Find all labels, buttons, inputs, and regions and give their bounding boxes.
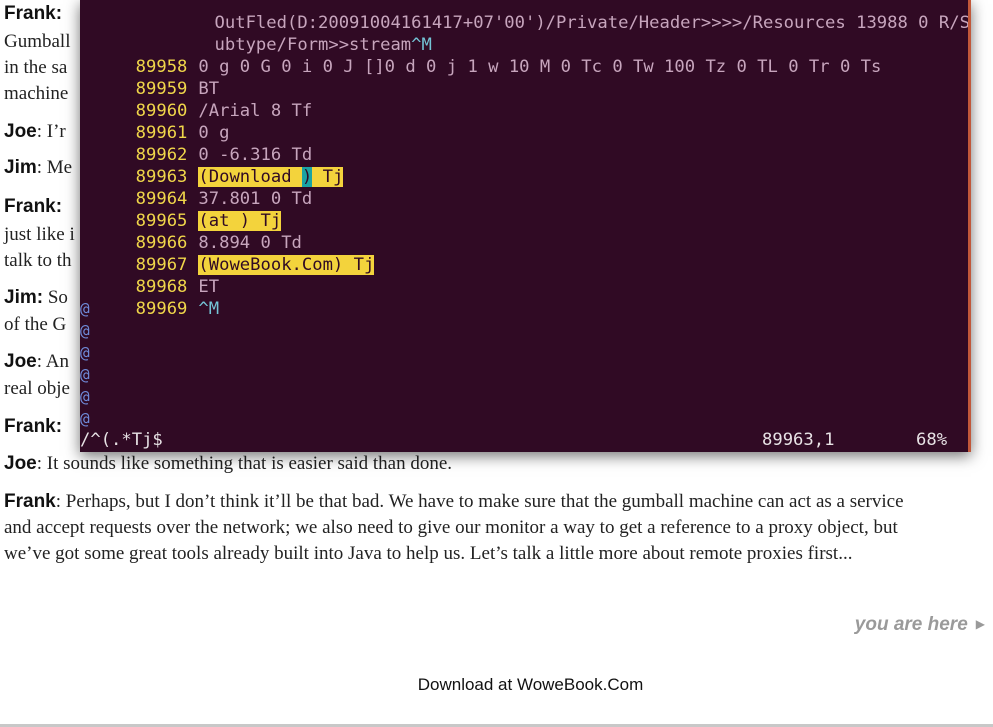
empty-line-marker: @ (80, 321, 90, 340)
search-command[interactable]: /^(.*Tj$ (80, 429, 163, 451)
code-line: 89969 ^M (135, 299, 220, 319)
search-highlight: (WoweBook.Com) Tj (198, 255, 375, 275)
code-line: 89961 0 g (135, 123, 230, 143)
text-fragment-in-the-sa: in the sa (4, 57, 68, 78)
joe-fragment-2: Joe: An (4, 351, 69, 372)
joe-dialogue-line: Joe: It sounds like something that is ea… (4, 453, 453, 474)
text-fragment-just-like: just like i (4, 224, 75, 245)
code-line-current-match[interactable]: 89963 (Download ) Tj (80, 144, 344, 187)
text-fragment-talk-to: talk to th (4, 250, 72, 271)
cursor-position: 89963,1 (762, 430, 835, 450)
text-fragment-of-the: of the G (4, 314, 67, 335)
search-highlight: Tj (312, 167, 344, 187)
terminal-line-overflow-2: ubtype/Form>>stream^M (121, 35, 432, 55)
right-triangle-icon: ▶ (975, 617, 985, 631)
code-line: 89966 8.894 0 Td (135, 233, 302, 253)
code-line: 89959 BT (135, 79, 220, 99)
empty-line-marker: @ (80, 365, 90, 384)
empty-line-marker: @ (80, 299, 90, 318)
jim-fragment-1: Jim: Me (4, 157, 73, 178)
terminal-line-overflow-1: OutFled(D:20091004161417+07'00')/Private… (121, 13, 970, 33)
text-fragment-real-obj: real obje (4, 378, 70, 399)
code-line: 89960/Arial 8 Tf (135, 101, 313, 121)
frank-dialogue-paragraph: Frank: Perhaps, but I don’t think it’ll … (4, 491, 904, 564)
frank-fragment-2: Frank: (4, 196, 63, 217)
vim-terminal-window[interactable]: OutFled(D:20091004161417+07'00')/Private… (80, 0, 971, 452)
code-line: 89964 37.801 0 Td (135, 189, 313, 209)
empty-line-marker: @ (80, 387, 90, 406)
code-line: 89958 0 g 0 G 0 i 0 J []0 d 0 j 1 w 10 M … (135, 57, 882, 77)
code-line: 89968 ET (135, 277, 220, 297)
scroll-percent: 68% (916, 430, 948, 450)
text-fragment-machine: machine (4, 83, 69, 104)
empty-line-marker: @ (80, 409, 90, 428)
frank-fragment-3: Frank: (4, 416, 63, 437)
code-line: 89962 0 -6.316 Td (135, 145, 313, 165)
download-footer: Download at WoweBook.Com (417, 675, 644, 694)
jim-fragment-2: Jim: So (4, 287, 68, 308)
frank-fragment-1: Frank: (4, 3, 63, 24)
joe-fragment-1: Joe: I’r (4, 121, 66, 142)
you-are-here-label: you are here ▶ (854, 614, 985, 635)
code-line-match: 89967 (WoweBook.Com) Tj (135, 255, 375, 275)
text-fragment-gumball: Gumball (4, 31, 71, 52)
code-line-match: 89965 (at ) Tj (135, 211, 282, 231)
empty-line-marker: @ (80, 343, 90, 362)
